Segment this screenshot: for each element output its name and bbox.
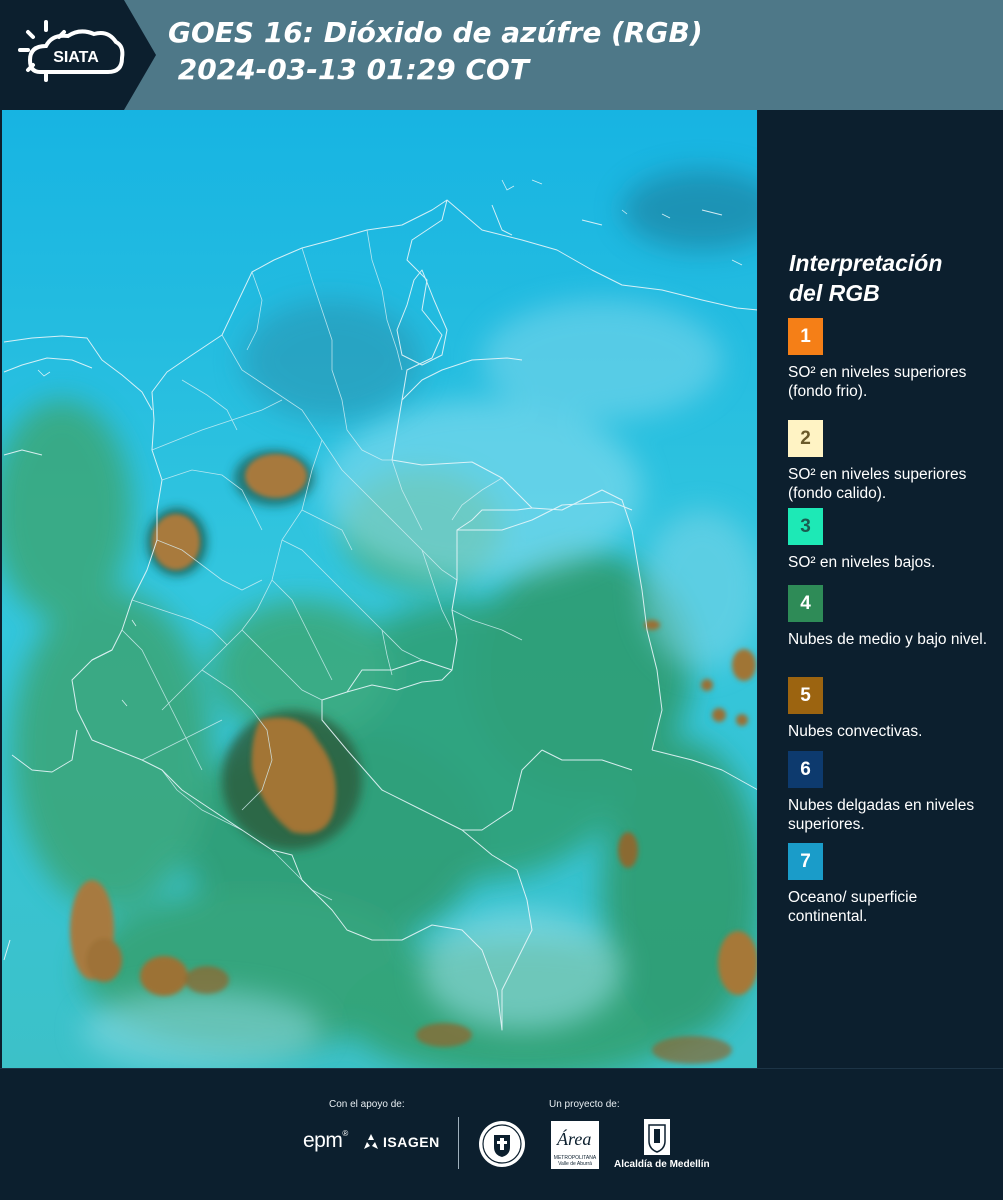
- legend-panel: Interpretación del RGB 1 SO² en niveles s…: [760, 110, 1003, 1068]
- legend-label: Nubes delgadas en niveles superiores.: [788, 797, 975, 833]
- legend-swatch: 2: [788, 420, 823, 457]
- legend-item: 2 SO² en niveles superiores (fondo calido…: [788, 420, 998, 503]
- legend-label: Nubes de medio y bajo nivel.: [788, 631, 988, 648]
- legend-swatch: 7: [788, 843, 823, 880]
- siata-logo-text: SIATA: [53, 49, 99, 66]
- legend-item: 6 Nubes delgadas en niveles superiores.: [788, 751, 998, 834]
- header: SIATA GOES 16: Dióxido de azúfre (RGB) 2…: [0, 0, 1003, 110]
- siata-logo: SIATA: [0, 0, 160, 110]
- legend-item: 3 SO² en niveles bajos.: [788, 508, 998, 572]
- footer-divider: [458, 1117, 459, 1169]
- medellin-seal-icon: [479, 1121, 525, 1167]
- footer: Con el apoyo de: Un proyecto de: epm® IS…: [0, 1068, 1003, 1200]
- legend-title-line2: del RGB: [789, 280, 880, 306]
- legend-item: 1 SO² en niveles superiores (fondo frio).: [788, 318, 998, 401]
- area-subtitle: METROPOLITANA Valle de Aburrá: [553, 1155, 597, 1167]
- satellite-map[interactable]: [2, 110, 758, 1068]
- legend-title-line1: Interpretación: [789, 250, 943, 276]
- page-title-line2: 2024-03-13 01:29 COT: [168, 53, 529, 86]
- page-title: GOES 16: Dióxido de azúfre (RGB) 2024-03…: [168, 14, 703, 88]
- legend-label: SO² en niveles superiores (fondo calido)…: [788, 466, 967, 502]
- legend-item: 5 Nubes convectivas.: [788, 677, 998, 741]
- epm-logo: epm®: [303, 1129, 348, 1152]
- legend-item: 7 Oceano/ superficie continental.: [788, 843, 998, 926]
- epm-logo-text: epm: [303, 1129, 343, 1152]
- page-title-line1: GOES 16: Dióxido de azúfre (RGB): [168, 16, 703, 49]
- area-logo-text: Área: [557, 1129, 592, 1149]
- legend-swatch: 5: [788, 677, 823, 714]
- alcaldia-shield-icon: [644, 1119, 670, 1155]
- legend-label: SO² en niveles bajos.: [788, 554, 936, 571]
- isagen-logo-text: ISAGEN: [383, 1134, 440, 1150]
- legend-swatch: 6: [788, 751, 823, 788]
- isagen-icon: [364, 1134, 378, 1149]
- legend-label: SO² en niveles superiores (fondo frio).: [788, 364, 967, 400]
- legend-title: Interpretación del RGB: [789, 248, 989, 308]
- legend-item: 4 Nubes de medio y bajo nivel.: [788, 585, 998, 649]
- legend-label: Nubes convectivas.: [788, 723, 923, 740]
- support-label: Con el apoyo de:: [329, 1099, 405, 1110]
- legend-label: Oceano/ superficie continental.: [788, 889, 918, 925]
- area-metropolitana-logo: Área METROPOLITANA Valle de Aburrá: [551, 1121, 599, 1169]
- alcaldia-text: Alcaldía de Medellín: [614, 1159, 710, 1170]
- project-label: Un proyecto de:: [549, 1099, 620, 1110]
- legend-swatch: 4: [788, 585, 823, 622]
- legend-swatch: 1: [788, 318, 823, 355]
- legend-swatch: 3: [788, 508, 823, 545]
- isagen-logo: ISAGEN: [362, 1133, 440, 1151]
